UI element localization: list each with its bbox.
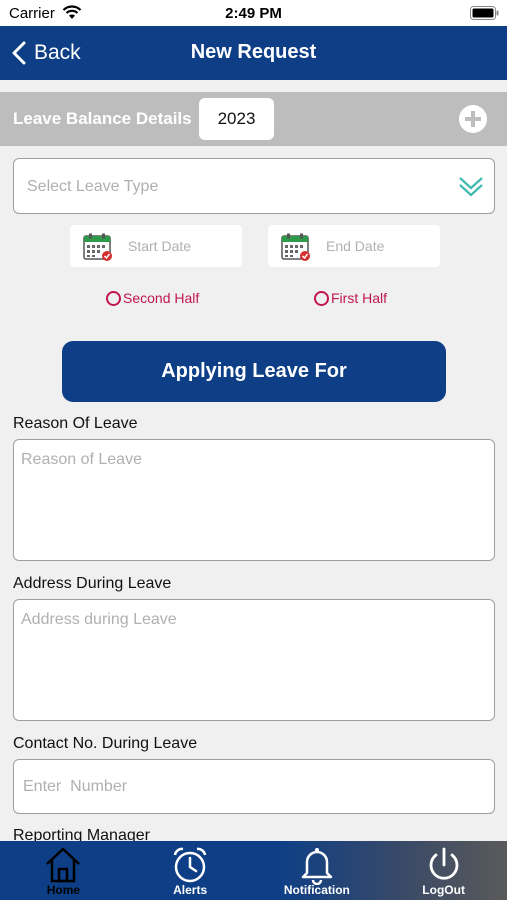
double-chevron-down-icon <box>459 177 483 197</box>
tab-home-label: Home <box>46 883 81 897</box>
applying-leave-for-button[interactable]: Applying Leave For <box>62 341 446 402</box>
reason-label: Reason Of Leave <box>13 415 138 432</box>
start-date-placeholder: Start Date <box>128 238 192 254</box>
battery-icon <box>470 6 499 20</box>
leave-balance-bar: Leave Balance Details 2023 <box>0 92 507 146</box>
contact-label: Contact No. During Leave <box>13 735 198 752</box>
reason-textarea[interactable]: Reason of Leave <box>13 439 495 561</box>
end-date-field[interactable]: End Date <box>268 225 440 267</box>
calendar-icon <box>281 233 310 261</box>
year-selector[interactable]: 2023 <box>199 98 274 140</box>
reason-placeholder: Reason of Leave <box>21 451 142 468</box>
tab-logout[interactable]: LogOut <box>380 841 507 900</box>
start-date-field[interactable]: Start Date <box>70 225 242 267</box>
bell-icon <box>301 848 333 885</box>
bottom-tab-bar: Home Alerts Notification LogOut <box>0 841 507 900</box>
address-textarea[interactable]: Address during Leave <box>13 599 495 721</box>
tab-logout-label: LogOut <box>422 883 465 897</box>
radio-circle-icon <box>106 290 121 306</box>
home-icon <box>46 847 81 883</box>
second-half-label: Second Half <box>123 290 200 306</box>
navigation-bar: Back New Request <box>0 26 507 80</box>
address-label: Address During Leave <box>13 575 172 592</box>
alarm-clock-icon <box>173 847 207 883</box>
contact-number-input[interactable]: Enter Number <box>13 759 495 814</box>
leave-type-placeholder: Select Leave Type <box>27 178 159 195</box>
tab-alerts-label: Alerts <box>173 883 208 897</box>
tab-notification[interactable]: Notification <box>254 841 381 900</box>
back-button[interactable]: Back <box>12 36 81 70</box>
leave-type-select[interactable]: Select Leave Type <box>13 158 495 214</box>
end-date-placeholder: End Date <box>326 238 385 254</box>
back-label: Back <box>34 41 81 64</box>
tab-alerts[interactable]: Alerts <box>127 841 254 900</box>
tab-notification-label: Notification <box>283 883 350 897</box>
second-half-radio[interactable]: Second Half <box>106 289 199 307</box>
contact-placeholder: Enter Number <box>23 778 128 795</box>
first-half-radio[interactable]: First Half <box>314 289 387 307</box>
radio-circle-icon <box>314 290 329 306</box>
power-icon <box>429 847 459 880</box>
calendar-icon <box>83 233 112 261</box>
plus-circle-icon[interactable] <box>458 104 488 134</box>
tab-home[interactable]: Home <box>0 841 127 900</box>
chevron-left-icon <box>12 41 26 65</box>
address-placeholder: Address during Leave <box>21 611 177 628</box>
status-time: 2:49 PM <box>225 5 282 22</box>
status-bar: Carrier 2:49 PM <box>0 0 507 26</box>
leave-balance-label: Leave Balance Details <box>13 109 192 128</box>
first-half-label: First Half <box>331 290 387 306</box>
